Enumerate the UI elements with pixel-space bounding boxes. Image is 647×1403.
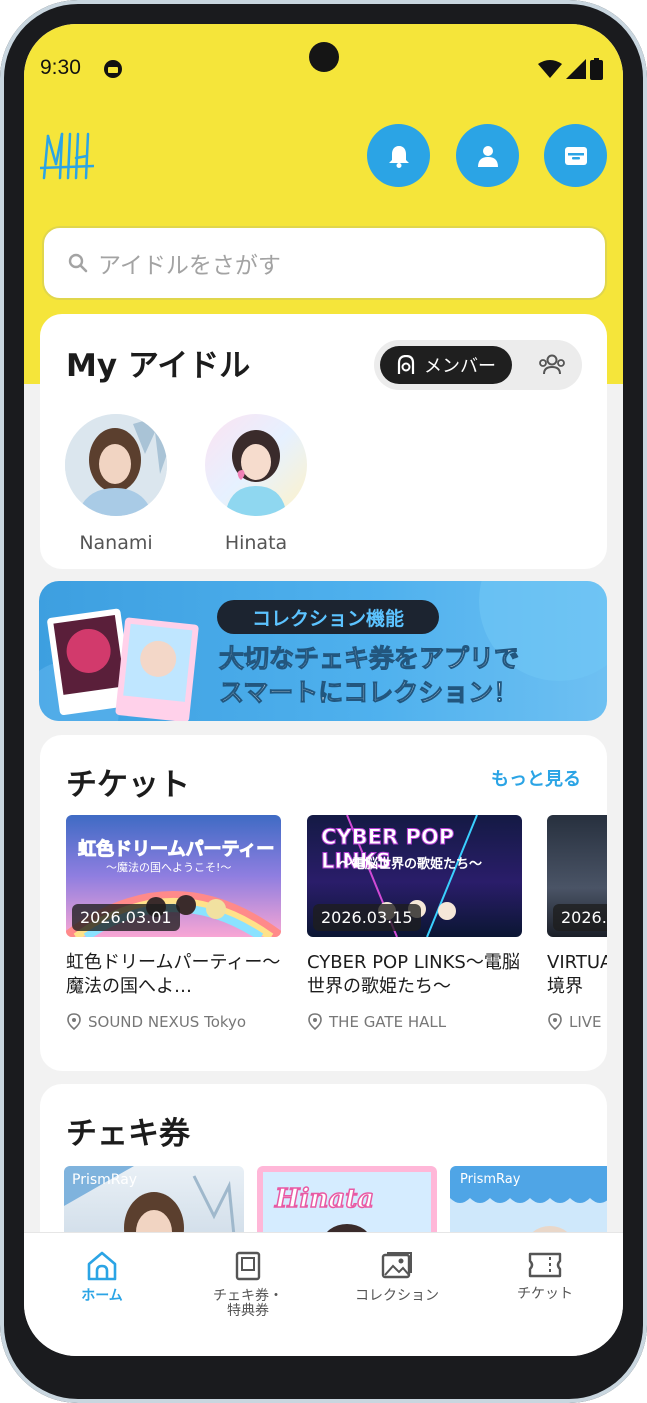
avatar-hinata[interactable] xyxy=(205,414,307,516)
nav-ticket[interactable]: チケット xyxy=(485,1251,605,1302)
toggle-member[interactable]: メンバー xyxy=(380,346,512,384)
status-bar: 9:30 xyxy=(24,24,623,114)
ticket-image-subtitle: 〜電脳世界の歌姫たち〜 xyxy=(339,857,483,872)
location-pin-icon xyxy=(548,1013,562,1031)
bottom-navigation: ホーム チェキ券・ 特典券 コレクション チケット xyxy=(24,1232,623,1356)
ticket-image: 2026.0 xyxy=(547,815,607,937)
avatar-nanami[interactable] xyxy=(65,414,167,516)
phone-frame: 9:30 アイドルをさがす My アイドル メンバー Nanami Hinata… xyxy=(0,0,647,1403)
ticket-image-title: 虹色ドリームパーティー xyxy=(77,839,275,861)
location-pin-icon xyxy=(67,1013,81,1031)
camera-cutout xyxy=(309,42,339,72)
member-icon xyxy=(397,355,415,374)
battery-icon xyxy=(590,58,603,80)
search-placeholder: アイドルをさがす xyxy=(98,253,281,279)
wallet-icon xyxy=(564,146,587,165)
wifi-icon xyxy=(538,60,562,78)
ticket-image: 虹色ドリームパーティー 〜魔法の国へようこそ!〜 2026.03.01 xyxy=(66,815,281,937)
profile-button[interactable] xyxy=(456,124,519,187)
nav-collection-label: コレクション xyxy=(355,1288,439,1304)
ticket-section-title: チケット xyxy=(66,767,190,803)
banner-pill: コレクション機能 xyxy=(217,600,439,634)
ticket-item[interactable]: CYBER POP LINKS 〜電脳世界の歌姫たち〜 2026.03.15 C… xyxy=(307,815,522,1031)
ticket-title: 虹色ドリームパーティー〜魔法の国へよ… xyxy=(66,952,281,997)
my-idols-title: My アイドル xyxy=(66,348,251,384)
ticket-date-badge: 2026.0 xyxy=(553,904,607,931)
location-pin-icon xyxy=(308,1013,322,1031)
tickets-more-link[interactable]: もっと見る xyxy=(491,765,581,791)
ticket-item[interactable]: 虹色ドリームパーティー 〜魔法の国へようこそ!〜 2026.03.01 虹色ドリ… xyxy=(66,815,281,1031)
ticket-venue: THE GATE HALL xyxy=(307,1013,522,1031)
nav-home-label: ホーム xyxy=(81,1288,123,1304)
notifications-button[interactable] xyxy=(367,124,430,187)
nav-cheki-label: チェキ券・ 特典券 xyxy=(213,1288,283,1319)
idol-name-nanami: Nanami xyxy=(79,532,153,554)
ticket-venue: SOUND NEXUS Tokyo xyxy=(66,1013,281,1031)
idol-name-hinata: Hinata xyxy=(224,532,288,554)
notification-icon xyxy=(104,60,122,78)
signal-icon xyxy=(566,59,586,79)
ticket-venue: LIVE xyxy=(547,1013,607,1031)
ticket-icon xyxy=(528,1252,562,1278)
status-time: 9:30 xyxy=(40,56,81,79)
wallet-button[interactable] xyxy=(544,124,607,187)
status-indicators xyxy=(538,58,603,80)
ticket-card: チケット もっと見る 虹色ドリームパーティー 〜魔法の国へようこそ!〜 2026… xyxy=(40,735,607,1071)
mih-logo-icon xyxy=(40,132,94,180)
bell-icon xyxy=(388,145,409,168)
nanami-photo xyxy=(65,414,167,516)
ticket-venue-label: SOUND NEXUS Tokyo xyxy=(88,1013,247,1031)
nav-ticket-label: チケット xyxy=(517,1286,573,1302)
user-icon xyxy=(477,145,498,167)
ticket-item[interactable]: 2026.0 VIRTUA〜境界 LIVE xyxy=(547,815,607,1031)
cheki-label: PrismRay xyxy=(460,1172,521,1187)
ticket-title: CYBER POP LINKS〜電脳世界の歌姫たち〜 xyxy=(307,952,520,997)
ticket-image-subtitle: 〜魔法の国へようこそ!〜 xyxy=(106,861,232,874)
ticket-title: VIRTUA〜境界 xyxy=(547,952,607,997)
banner-line-1: 大切なチェキ券をアプリで xyxy=(218,644,520,674)
search-input[interactable]: アイドルをさがす xyxy=(42,226,607,300)
ticket-venue-label: THE GATE HALL xyxy=(329,1013,447,1031)
cheki-label: Hinata xyxy=(274,1183,375,1215)
collection-banner[interactable]: コレクション機能 大切なチェキ券をアプリで スマートにコレクション！ xyxy=(39,581,607,721)
hinata-photo xyxy=(205,414,307,516)
nav-home[interactable]: ホーム xyxy=(42,1251,162,1304)
cheki-section-title: チェキ券 xyxy=(66,1116,190,1152)
banner-line-2: スマートにコレクション！ xyxy=(218,678,519,708)
gallery-icon xyxy=(381,1252,412,1279)
ticket-date-badge: 2026.03.15 xyxy=(313,904,421,931)
ticket-date-badge: 2026.03.01 xyxy=(72,904,180,931)
screen: 9:30 アイドルをさがす My アイドル メンバー Nanami Hinata… xyxy=(24,24,623,1356)
cheki-label: PrismRay xyxy=(72,1172,138,1188)
search-icon xyxy=(68,253,88,273)
group-icon[interactable] xyxy=(538,352,566,378)
ticket-image: CYBER POP LINKS 〜電脳世界の歌姫たち〜 2026.03.15 xyxy=(307,815,522,937)
card-icon xyxy=(235,1251,261,1281)
ticket-venue-label: LIVE xyxy=(569,1013,602,1031)
nav-collection[interactable]: コレクション xyxy=(337,1251,457,1304)
my-idols-card: My アイドル メンバー Nanami Hinata xyxy=(40,314,607,569)
home-icon xyxy=(87,1251,117,1281)
toggle-member-label: メンバー xyxy=(424,356,496,377)
my-idols-toggle[interactable]: メンバー xyxy=(374,340,582,390)
nav-cheki[interactable]: チェキ券・ 特典券 xyxy=(188,1251,308,1319)
